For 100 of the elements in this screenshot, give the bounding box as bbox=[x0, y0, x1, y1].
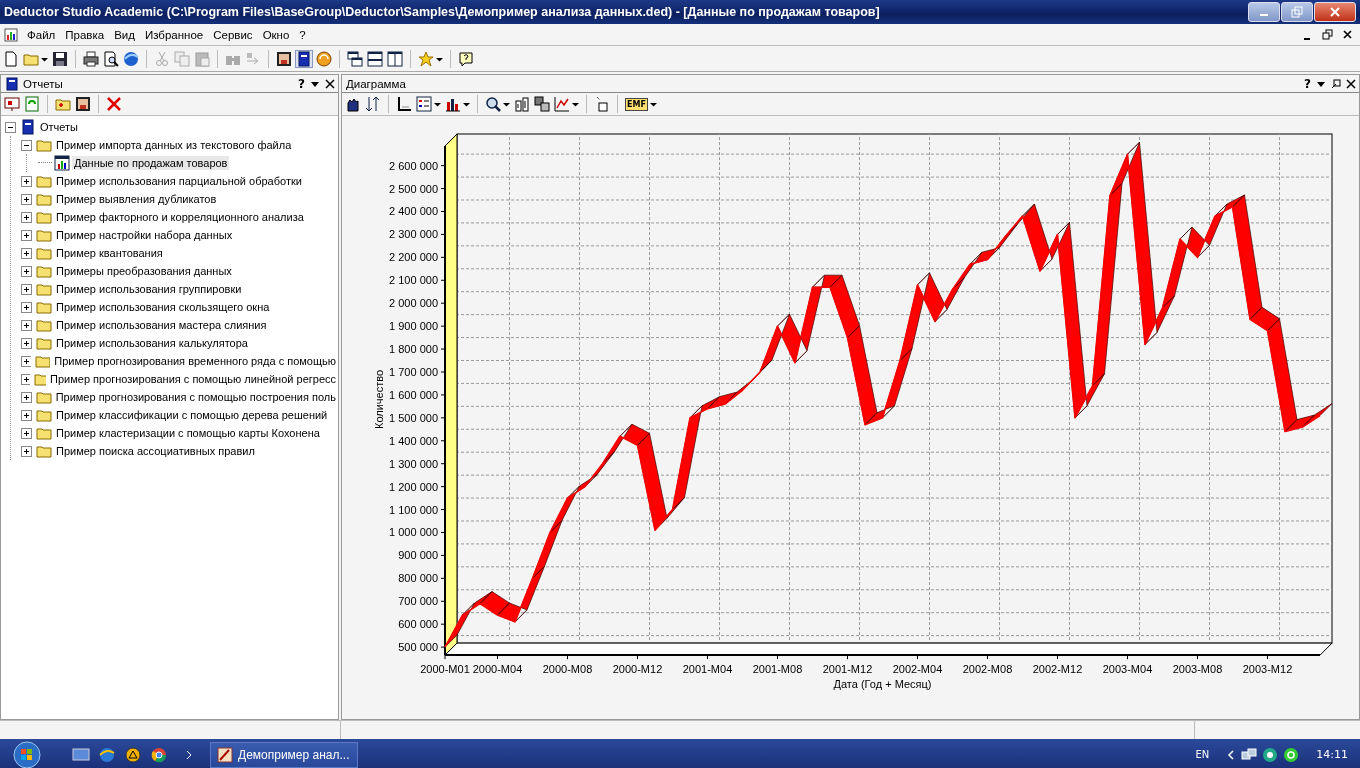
framed-picture-icon[interactable] bbox=[75, 96, 91, 112]
undock-icon[interactable] bbox=[1331, 78, 1341, 89]
tree-item[interactable]: Пример квантования bbox=[54, 246, 165, 260]
start-button[interactable] bbox=[10, 740, 44, 768]
language-indicator[interactable]: EN bbox=[1195, 749, 1210, 760]
tree-item[interactable]: Пример кластеризации с помощью карты Кохонена bbox=[54, 426, 322, 440]
tree-item[interactable]: Пример использования мастера слияния bbox=[54, 318, 269, 332]
refresh-document-icon[interactable] bbox=[24, 96, 40, 112]
ring-icon[interactable] bbox=[1262, 746, 1279, 763]
horizontal-split-icon[interactable] bbox=[367, 50, 383, 67]
axes-icon[interactable] bbox=[396, 96, 412, 112]
help-icon[interactable] bbox=[458, 50, 474, 67]
tree-item[interactable]: Пример настройки набора данных bbox=[54, 228, 235, 242]
close-icon[interactable] bbox=[325, 78, 335, 89]
menu-item[interactable]: ? bbox=[294, 28, 311, 41]
expand-toggle[interactable] bbox=[21, 265, 32, 277]
menu-item[interactable]: Вид bbox=[109, 28, 140, 41]
clock[interactable]: 14:11 bbox=[1316, 748, 1348, 761]
tree-item[interactable]: Пример использования калькулятора bbox=[54, 336, 250, 350]
presentation-icon[interactable] bbox=[4, 96, 20, 112]
network-icon[interactable] bbox=[1241, 746, 1258, 763]
collapse-toggle[interactable] bbox=[21, 139, 32, 151]
tree-item[interactable]: Отчеты bbox=[38, 120, 81, 134]
tree-item[interactable]: Пример поиска ассоциативных правил bbox=[54, 444, 257, 458]
expand-toggle[interactable] bbox=[21, 193, 32, 205]
close-button[interactable] bbox=[1314, 2, 1356, 22]
help-button[interactable]: ? bbox=[298, 76, 305, 91]
book-icon[interactable] bbox=[296, 50, 312, 67]
tree-item[interactable]: Примеры преобразования данных bbox=[54, 264, 234, 278]
desktop-icon[interactable] bbox=[72, 746, 90, 763]
expand-toggle[interactable] bbox=[21, 319, 32, 331]
y-tick-label: 2 500 000 bbox=[389, 182, 438, 195]
line-chart-icon[interactable] bbox=[554, 96, 570, 112]
tree-item[interactable]: Пример факторного и корреляционного анализа bbox=[54, 210, 306, 224]
y-tick-label: 900 000 bbox=[398, 549, 438, 562]
menu-item[interactable]: Файл bbox=[22, 28, 61, 41]
page-magnifier-icon[interactable] bbox=[103, 50, 119, 67]
chevron-icon[interactable] bbox=[1226, 748, 1237, 761]
y-tick-label: 1 200 000 bbox=[389, 480, 438, 493]
x-tick-label: 2000-M08 bbox=[542, 663, 593, 676]
tree-item[interactable]: Данные по продажам товаров bbox=[72, 156, 230, 170]
expand-toggle[interactable] bbox=[21, 283, 32, 295]
bar-chart-icon[interactable] bbox=[445, 96, 461, 112]
menu-item[interactable]: Избранное bbox=[139, 28, 209, 41]
zoom-icon[interactable] bbox=[485, 96, 501, 112]
expand-toggle[interactable] bbox=[21, 427, 32, 439]
taskbar-button[interactable]: Демопример анал... bbox=[210, 741, 358, 768]
expand-toggle[interactable] bbox=[21, 175, 32, 187]
printer-icon[interactable] bbox=[83, 50, 99, 67]
expand-toggle[interactable] bbox=[21, 409, 32, 421]
export-format-button[interactable]: EMF bbox=[625, 97, 648, 111]
close-icon[interactable] bbox=[1342, 28, 1354, 41]
star-icon[interactable] bbox=[418, 50, 434, 67]
delete-icon[interactable] bbox=[106, 96, 122, 112]
tree-item[interactable]: Пример импорта данных из текстового файла bbox=[54, 138, 294, 152]
tree-item[interactable]: Пример прогнозирования с помощью построения поль bbox=[53, 390, 338, 404]
minimize-button[interactable] bbox=[1248, 2, 1280, 22]
restore-icon[interactable] bbox=[1322, 28, 1334, 41]
legend-icon[interactable] bbox=[416, 96, 432, 112]
expand-toggle[interactable] bbox=[21, 391, 32, 403]
bars-vertical-icon[interactable] bbox=[514, 96, 530, 112]
sort-icon[interactable] bbox=[365, 96, 381, 112]
expand-toggle[interactable] bbox=[21, 211, 32, 223]
expand-toggle[interactable] bbox=[21, 337, 32, 349]
folder-icon bbox=[36, 137, 52, 153]
globe-icon[interactable] bbox=[98, 745, 116, 764]
tree-item[interactable]: Пример прогнозирования временного ряда с помощью bbox=[52, 354, 338, 368]
menu-item[interactable]: Сервис bbox=[208, 28, 258, 41]
tree-item[interactable]: Пример использования группировки bbox=[54, 282, 244, 296]
expand-toggle[interactable] bbox=[21, 373, 30, 385]
clipboard-icon[interactable] bbox=[194, 50, 210, 67]
tree-item[interactable]: Пример прогнозирования с помощью линейной регресс bbox=[48, 372, 338, 386]
menu-item[interactable]: Окно bbox=[257, 28, 295, 41]
expand-toggle[interactable] bbox=[21, 355, 32, 367]
expand-toggle[interactable] bbox=[21, 445, 32, 457]
tree-item[interactable]: Пример классификации с помощью дерева решений bbox=[54, 408, 330, 422]
tree-item[interactable]: Пример выявления дубликатов bbox=[54, 192, 219, 206]
expand-toggle[interactable] bbox=[21, 301, 32, 313]
collapse-toggle[interactable] bbox=[5, 121, 16, 133]
expand-toggle[interactable] bbox=[21, 247, 32, 259]
cursor-box-icon[interactable] bbox=[594, 96, 610, 112]
overlapping-squares-icon[interactable] bbox=[534, 96, 550, 112]
globe-icon[interactable] bbox=[123, 50, 139, 67]
close-icon[interactable] bbox=[1346, 78, 1356, 89]
browser-icon[interactable] bbox=[150, 745, 168, 764]
framed-picture-icon[interactable] bbox=[276, 50, 292, 67]
chevron-icon[interactable] bbox=[184, 748, 194, 761]
app-icon[interactable] bbox=[4, 27, 18, 42]
tree-item[interactable]: Пример использования парциальной обработки bbox=[54, 174, 304, 188]
hand-icon[interactable] bbox=[345, 96, 361, 112]
help-button[interactable]: ? bbox=[1304, 76, 1311, 91]
page-icon[interactable] bbox=[3, 50, 19, 67]
expand-toggle[interactable] bbox=[21, 229, 32, 241]
folder-plus-icon[interactable] bbox=[55, 96, 71, 112]
vertical-split-icon[interactable] bbox=[387, 50, 403, 67]
menu-item[interactable]: Правка bbox=[60, 28, 110, 41]
folder-icon bbox=[36, 245, 52, 261]
tree-item[interactable]: Пример использования скользящего окна bbox=[54, 300, 272, 314]
cascade-windows-icon[interactable] bbox=[347, 50, 363, 67]
refresh-icon[interactable] bbox=[316, 50, 332, 67]
